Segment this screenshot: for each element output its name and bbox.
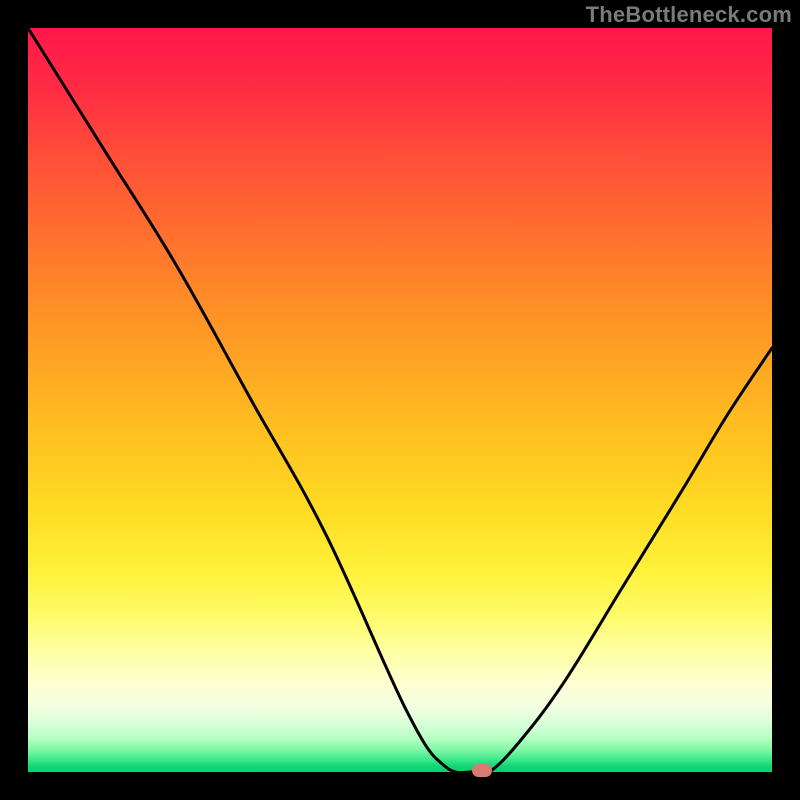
- plot-area: [28, 28, 772, 772]
- watermark-text: TheBottleneck.com: [586, 2, 792, 28]
- bottleneck-curve: [28, 28, 772, 772]
- chart-frame: TheBottleneck.com: [0, 0, 800, 800]
- optimal-point-marker: [472, 764, 492, 777]
